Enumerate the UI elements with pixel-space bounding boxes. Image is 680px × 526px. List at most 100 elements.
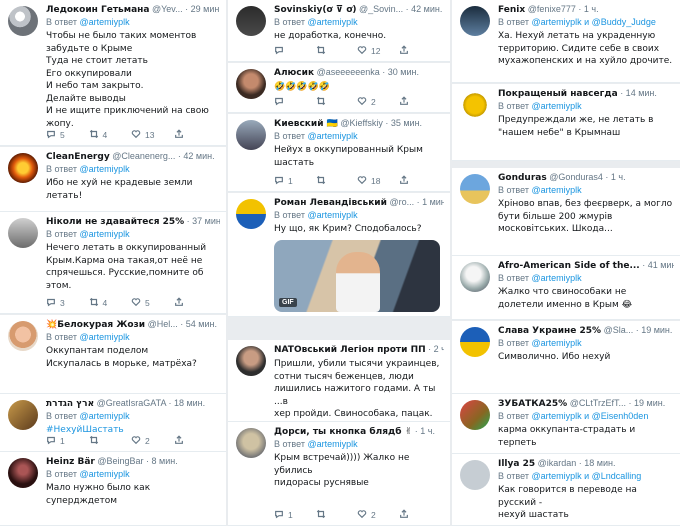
share-button[interactable] (399, 45, 441, 57)
avatar[interactable] (8, 153, 38, 183)
reply-mention-link[interactable]: @artemiyplk (79, 332, 129, 342)
tweet-card[interactable]: 💥Белокурая Жози @Hel... · 54 мин. В ответ… (0, 315, 226, 394)
like-button[interactable]: 5 (131, 297, 174, 309)
retweet-button[interactable]: 4 (89, 297, 132, 309)
tweet-card[interactable]: Afro-American Side of the... · 41 мин. В … (452, 256, 680, 320)
avatar[interactable] (236, 428, 266, 458)
author-name[interactable]: 💥Белокурая Жози (46, 320, 145, 330)
reply-button[interactable]: 1 (274, 509, 316, 521)
retweet-button[interactable] (316, 175, 358, 187)
reply-mention-link[interactable]: @artemiyplk (79, 469, 129, 479)
reply-button[interactable] (274, 96, 316, 108)
avatar[interactable] (460, 262, 490, 292)
share-button[interactable] (174, 297, 217, 309)
avatar[interactable] (236, 6, 266, 36)
tweet-card[interactable]: ЗУБАТКА25% @CLtTrzEfT... · 19 мин. В отве… (452, 394, 680, 454)
retweet-button[interactable] (89, 435, 132, 447)
retweet-button[interactable] (316, 509, 358, 521)
author-name[interactable]: ЗУБАТКА25% (498, 399, 567, 409)
like-button[interactable]: 12 (357, 45, 399, 57)
reply-mention-link[interactable]: @artemiyplk (531, 185, 581, 195)
author-name[interactable]: NATOвський Легіон проти ПП (274, 345, 426, 355)
like-button[interactable]: 18 (357, 175, 399, 187)
reply-mention-link[interactable]: @artemiyplk и @Lndcalling (531, 471, 641, 481)
tweet-card[interactable]: Fenix @fenixe777 · 1 ч. В ответ @artemiyp… (452, 0, 680, 83)
author-name[interactable]: Киевский 🇺🇦 (274, 119, 338, 129)
reply-mention-link[interactable]: @artemiyplk (79, 229, 129, 239)
like-button[interactable]: 13 (131, 129, 174, 141)
author-name[interactable]: Fenix (498, 5, 525, 15)
reply-mention-link[interactable]: @artemiyplk (79, 411, 129, 421)
author-name[interactable]: ארץ הגדרת (46, 399, 94, 409)
author-name[interactable]: Ніколи не здавайтеся 25% (46, 217, 184, 227)
retweet-button[interactable] (316, 96, 358, 108)
avatar[interactable] (8, 400, 38, 430)
tweet-card[interactable]: Киевский 🇺🇦 @Kieffskiy · 35 мин. В ответ … (228, 114, 450, 192)
share-button[interactable] (174, 435, 217, 447)
tweet-card[interactable]: NATOвський Легіон проти ПП · 2 ч. Пришли,… (228, 340, 450, 422)
avatar[interactable] (236, 199, 266, 229)
tweet-card[interactable]: Роман Левандівський @ro... · 1 мин. В отв… (228, 193, 450, 317)
author-name[interactable]: Ледокоин Гетьмана (46, 5, 149, 15)
reply-mention-link[interactable]: @artemiyplk (307, 17, 357, 27)
tweet-card[interactable]: ארץ הגדרת @GreatIsraGATA · 18 мин. В отве… (0, 394, 226, 452)
tweet-card[interactable]: Покращеный навсегда · 14 мин. В ответ @ar… (452, 84, 680, 161)
tweet-card[interactable]: Sovinskiy(ơ ⊽ ơ) @_Sovin... · 42 мин. В о… (228, 0, 450, 62)
tweet-card[interactable]: Алюсик @aseeeeeenka · 30 мин. 🤣🤣🤣🤣🤣 2 (228, 63, 450, 113)
reply-button[interactable]: 5 (46, 129, 89, 141)
retweet-button[interactable] (316, 45, 358, 57)
tweet-card[interactable]: Gonduras @Gonduras4 · 1 ч. В ответ @artem… (452, 168, 680, 256)
avatar[interactable] (8, 218, 38, 248)
avatar[interactable] (460, 460, 490, 490)
author-name[interactable]: Illya 25 (498, 459, 535, 469)
avatar[interactable] (460, 327, 490, 357)
reply-mention-link[interactable]: @artemiyplk (307, 439, 357, 449)
retweet-button[interactable]: 4 (89, 129, 132, 141)
avatar[interactable] (460, 400, 490, 430)
reply-mention-link[interactable]: @artemiyplk (531, 101, 581, 111)
reply-mention-link[interactable]: @artemiyplk (531, 338, 581, 348)
reply-mention-link[interactable]: @artemiyplk (307, 210, 357, 220)
avatar[interactable] (8, 6, 38, 36)
share-button[interactable] (399, 509, 441, 521)
tweet-card[interactable]: Heinz Bär @BeingBar · 8 мин. В ответ @art… (0, 452, 226, 526)
reply-mention-link[interactable]: @artemiyplk (307, 131, 357, 141)
avatar[interactable] (236, 120, 266, 150)
avatar[interactable] (8, 321, 38, 351)
tweet-card[interactable]: Illya 25 @ikardan · 18 мин. В ответ @arte… (452, 454, 680, 526)
tweet-card[interactable]: Ледокоин Гетьмана @Yev... · 29 мин. В отв… (0, 0, 226, 146)
author-name[interactable]: Heinz Bär (46, 457, 95, 467)
author-name[interactable]: Gonduras (498, 173, 547, 183)
gif-media[interactable]: GIF (274, 240, 440, 312)
avatar[interactable] (460, 6, 490, 36)
author-name[interactable]: Sovinskiy(ơ ⊽ ơ) (274, 5, 357, 15)
avatar[interactable] (8, 458, 38, 488)
share-button[interactable] (399, 175, 441, 187)
avatar[interactable] (236, 346, 266, 376)
author-name[interactable]: Afro-American Side of the... (498, 261, 640, 271)
reply-mention-link[interactable]: @artemiyplk (531, 273, 581, 283)
avatar[interactable] (460, 174, 490, 204)
tweet-card[interactable]: Ніколи не здавайтеся 25% · 37 мин. В отве… (0, 212, 226, 314)
avatar[interactable] (460, 90, 490, 120)
reply-mention-link[interactable]: @artemiyplk (79, 17, 129, 27)
like-button[interactable]: 2 (357, 509, 399, 521)
author-name[interactable]: Роман Левандівський (274, 198, 387, 208)
tweet-card[interactable]: Слава Украине 25% @Sla... · 19 мин. В отв… (452, 321, 680, 394)
share-button[interactable] (174, 129, 217, 141)
avatar[interactable] (236, 69, 266, 99)
reply-button[interactable]: 1 (46, 435, 89, 447)
author-name[interactable]: Покращеный навсегда (498, 89, 618, 99)
reply-mention-link[interactable]: @artemiyplk и @Eisenh0den (531, 411, 648, 421)
author-name[interactable]: Слава Украине 25% (498, 326, 601, 336)
share-button[interactable] (399, 96, 441, 108)
reply-button[interactable]: 3 (46, 297, 89, 309)
like-button[interactable]: 2 (357, 96, 399, 108)
reply-mention-link[interactable]: @artemiyplk и @Buddy_Judge (531, 17, 655, 27)
author-name[interactable]: Алюсик (274, 68, 314, 78)
reply-mention-link[interactable]: @artemiyplk (79, 164, 129, 174)
reply-button[interactable] (274, 45, 316, 57)
like-button[interactable]: 2 (131, 435, 174, 447)
reply-button[interactable]: 1 (274, 175, 316, 187)
tweet-card[interactable]: CleanEnergy @Cleanenerg... · 42 мин. В от… (0, 147, 226, 212)
